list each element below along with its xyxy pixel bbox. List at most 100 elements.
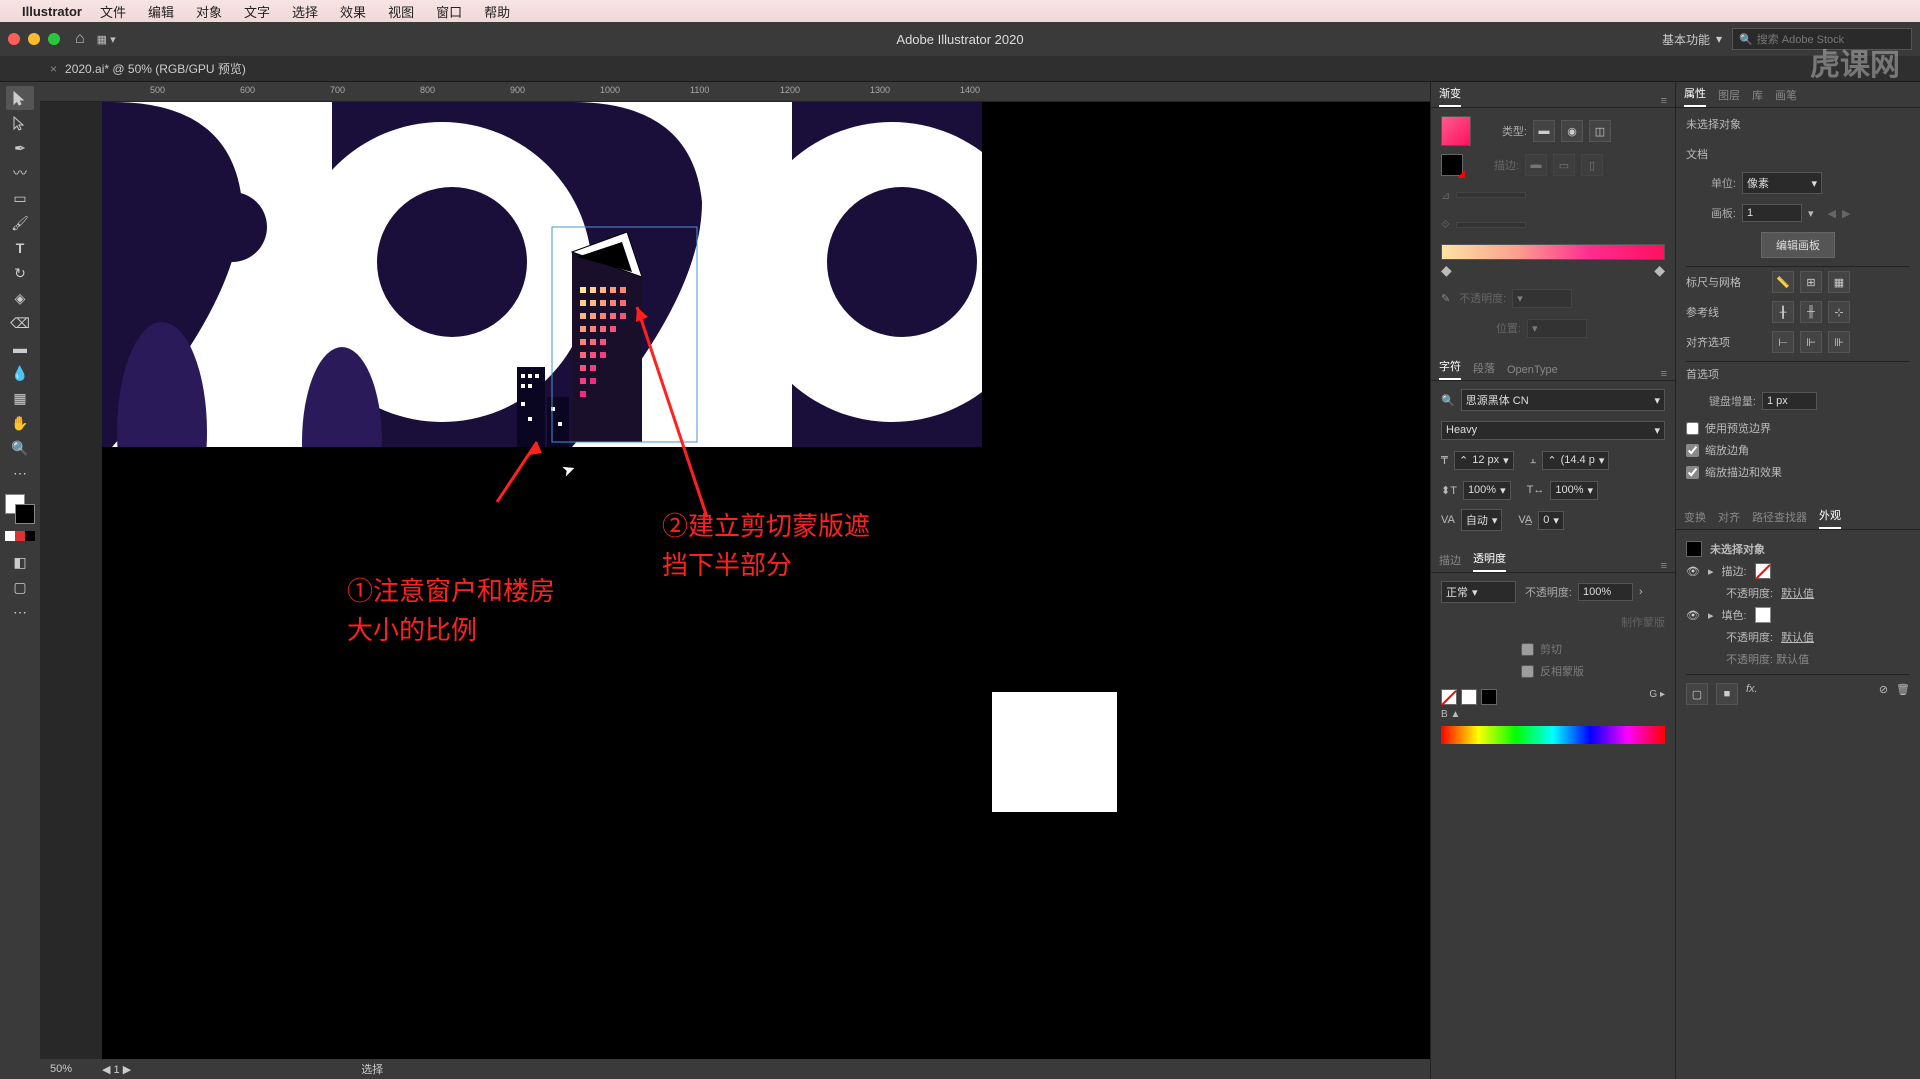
document-tab[interactable]: × 2020.ai* @ 50% (RGB/GPU 预览) [50, 60, 246, 77]
minimize-window-button[interactable] [28, 33, 40, 45]
gradient-slider[interactable] [1441, 244, 1665, 260]
font-size-input[interactable]: ⌃12 px ▾ [1454, 451, 1514, 470]
units-dropdown[interactable]: 像素 ▾ [1742, 172, 1822, 194]
tab-brushes[interactable]: 画笔 [1775, 87, 1797, 107]
artboard-tool[interactable]: ▦ [6, 386, 34, 410]
tab-properties[interactable]: 属性 [1684, 85, 1706, 107]
opacity-input[interactable]: 100% [1578, 583, 1633, 601]
font-family-dropdown[interactable]: 思源黑体 CN▾ [1461, 389, 1665, 411]
panel-menu-icon[interactable]: ≡ [1661, 368, 1667, 380]
type-tool[interactable]: T [6, 236, 34, 260]
edit-toolbar[interactable]: ⋯ [6, 461, 34, 485]
zoom-tool[interactable]: 🔍 [6, 436, 34, 460]
artboard-number-input[interactable]: 1 [1742, 204, 1802, 222]
color-spectrum[interactable] [1441, 726, 1665, 744]
menu-edit[interactable]: 编辑 [148, 2, 174, 21]
snap-grid-icon[interactable]: ⊩ [1800, 331, 1822, 353]
hand-tool[interactable]: ✋ [6, 411, 34, 435]
menu-window[interactable]: 窗口 [436, 2, 462, 21]
eye-icon[interactable]: 👁 [1686, 565, 1700, 578]
tab-align[interactable]: 对齐 [1718, 509, 1740, 529]
screen-mode[interactable]: ▢ [6, 575, 34, 599]
add-effect-icon[interactable]: fx. [1746, 683, 1758, 705]
radial-gradient-icon[interactable]: ◉ [1561, 120, 1583, 142]
zoom-level[interactable]: 50% [50, 1063, 72, 1075]
tab-pathfinder[interactable]: 路径查找器 [1752, 509, 1807, 529]
edit-artboards-button[interactable]: 编辑画板 [1761, 232, 1835, 258]
maximize-window-button[interactable] [48, 33, 60, 45]
kerning-input[interactable]: 自动 ▾ [1461, 509, 1503, 531]
workspace-switcher[interactable]: 基本功能▾ [1662, 31, 1722, 48]
tab-gradient[interactable]: 渐变 [1439, 85, 1461, 107]
fill-stroke-swatch[interactable] [5, 494, 35, 524]
next-artboard-icon[interactable]: ▶ [1842, 207, 1850, 220]
rotate-tool[interactable]: ↻ [6, 261, 34, 285]
black-swatch[interactable] [1481, 689, 1497, 705]
canvas[interactable]: ➤ ①注意窗户和楼房大小的比例 ②建立剪切蒙版遮挡下半部分 [102, 102, 1430, 1079]
blend-mode-dropdown[interactable]: 正常 ▾ [1441, 581, 1516, 603]
eraser-tool[interactable]: ⌫ [6, 311, 34, 335]
add-stroke-icon[interactable]: ▢ [1686, 683, 1708, 705]
pen-tool[interactable]: ✒ [6, 136, 34, 160]
stroke-swatch[interactable] [1441, 154, 1463, 176]
menu-select[interactable]: 选择 [292, 2, 318, 21]
add-fill-icon[interactable]: ■ [1716, 683, 1738, 705]
tab-appearance[interactable]: 外观 [1819, 507, 1841, 529]
selection-tool[interactable] [6, 86, 34, 110]
expand-icon[interactable]: ▸ [1708, 565, 1714, 578]
smart-guides-icon[interactable]: ⊹ [1828, 301, 1850, 323]
tab-opentype[interactable]: OpenType [1507, 364, 1558, 380]
home-icon[interactable]: ⌂ [75, 30, 85, 48]
eye-icon[interactable]: 👁 [1686, 609, 1700, 622]
menu-view[interactable]: 视图 [388, 2, 414, 21]
chevron-down-icon[interactable]: ▾ [1808, 207, 1814, 220]
tab-paragraph[interactable]: 段落 [1473, 360, 1495, 380]
tracking-input[interactable]: 0 ▾ [1538, 511, 1564, 530]
paintbrush-tool[interactable]: 🖌 [6, 211, 34, 235]
h-scale-input[interactable]: 100% ▾ [1550, 481, 1598, 500]
shape-builder-tool[interactable]: ◈ [6, 286, 34, 310]
search-icon[interactable]: 🔍 [1441, 394, 1455, 407]
menu-type[interactable]: 文字 [244, 2, 270, 21]
app-name[interactable]: Illustrator [22, 4, 82, 19]
linear-gradient-icon[interactable]: ▬ [1533, 120, 1555, 142]
tab-character[interactable]: 字符 [1439, 358, 1461, 380]
gradient-edit-icon[interactable]: ✎ [1441, 292, 1450, 305]
clear-appearance-icon[interactable]: ⊘ [1879, 683, 1888, 705]
font-weight-dropdown[interactable]: Heavy▾ [1441, 421, 1665, 440]
direct-selection-tool[interactable] [6, 111, 34, 135]
gradient-preview-swatch[interactable] [1441, 116, 1471, 146]
delete-icon[interactable]: 🗑 [1896, 683, 1910, 705]
snap-point-icon[interactable]: ⊢ [1772, 331, 1794, 353]
scale-strokes-checkbox[interactable] [1686, 466, 1699, 479]
panel-menu-icon[interactable]: ≡ [1661, 560, 1667, 572]
v-scale-input[interactable]: 100% ▾ [1463, 481, 1511, 500]
tab-libraries[interactable]: 库 [1752, 87, 1763, 107]
keyboard-increment-input[interactable]: 1 px [1762, 392, 1817, 410]
snap-pixel-icon[interactable]: ⊪ [1828, 331, 1850, 353]
preview-bounds-checkbox[interactable] [1686, 422, 1699, 435]
stroke-color-swatch[interactable] [1755, 563, 1771, 579]
tab-transparency[interactable]: 透明度 [1473, 550, 1506, 572]
panel-menu-icon[interactable]: ≡ [1661, 95, 1667, 107]
freeform-gradient-icon[interactable]: ◫ [1589, 120, 1611, 142]
arrange-docs-icon[interactable]: ▦ ▾ [97, 33, 116, 46]
tab-stroke[interactable]: 描边 [1439, 552, 1461, 572]
grid-icon[interactable]: ⊞ [1800, 271, 1822, 293]
rectangle-tool[interactable]: ▭ [6, 186, 34, 210]
eyedropper-tool[interactable]: 💧 [6, 361, 34, 385]
search-input[interactable]: 🔍 搜索 Adobe Stock [1732, 28, 1912, 50]
fill-color-swatch[interactable] [1755, 607, 1771, 623]
none-swatch[interactable] [1441, 689, 1457, 705]
tab-layers[interactable]: 图层 [1718, 87, 1740, 107]
gradient-tool[interactable]: ▬ [6, 336, 34, 360]
guides-toggle-icon[interactable]: ╂ [1772, 301, 1794, 323]
color-mode-swatches[interactable] [5, 531, 35, 541]
menu-file[interactable]: 文件 [100, 2, 126, 21]
opacity-slider-icon[interactable]: › [1639, 586, 1643, 598]
menu-effect[interactable]: 效果 [340, 2, 366, 21]
expand-icon[interactable]: ▸ [1708, 609, 1714, 622]
prev-artboard-icon[interactable]: ◀ [1828, 207, 1836, 220]
menu-help[interactable]: 帮助 [484, 2, 510, 21]
leading-input[interactable]: ⌃(14.4 p ▾ [1542, 451, 1609, 470]
